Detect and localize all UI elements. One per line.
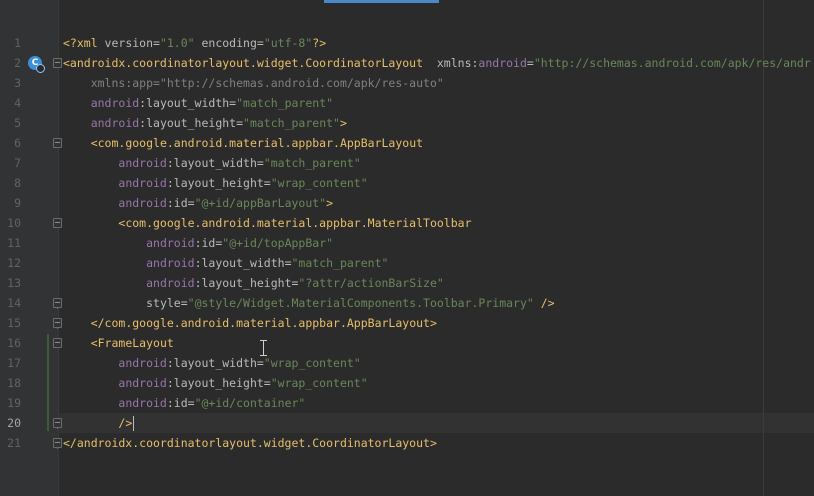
- line-number: 13: [7, 276, 21, 290]
- code-text[interactable]: <FrameLayout: [63, 333, 174, 353]
- code-text[interactable]: style="@style/Widget.MaterialComponents.…: [63, 293, 555, 313]
- code-line-18[interactable]: 18 android:layout_height="wrap_content": [0, 373, 814, 393]
- code-line-9[interactable]: 9 android:id="@+id/appBarLayout">: [0, 193, 814, 213]
- code-line-2[interactable]: 2 C <androidx.coordinatorlayout.widget.C…: [0, 53, 814, 73]
- line-number: 8: [14, 176, 21, 190]
- code-text[interactable]: <?xml version="1.0" encoding="utf-8"?>: [63, 33, 326, 53]
- code-line-11[interactable]: 11 android:id="@+id/topAppBar": [0, 233, 814, 253]
- line-number: 18: [7, 376, 21, 390]
- text-cursor-icon: [260, 340, 267, 356]
- code-text[interactable]: </com.google.android.material.appbar.App…: [63, 313, 437, 333]
- code-line-15[interactable]: 15 </com.google.android.material.appbar.…: [0, 313, 814, 333]
- code-line-3[interactable]: 3 xmlns:app="http://schemas.android.com/…: [0, 73, 814, 93]
- code-line-20[interactable]: 20 />: [0, 413, 814, 433]
- code-line-4[interactable]: 4 android:layout_width="match_parent": [0, 93, 814, 113]
- line-number: 4: [14, 96, 21, 110]
- fold-collapse-icon[interactable]: [53, 218, 62, 228]
- code-line-10[interactable]: 10 <com.google.android.material.appbar.M…: [0, 213, 814, 233]
- line-number: 6: [14, 136, 21, 150]
- text-caret: [133, 416, 134, 431]
- fold-end-icon[interactable]: [53, 418, 62, 429]
- line-number: 15: [7, 316, 21, 330]
- code-text[interactable]: <androidx.coordinatorlayout.widget.Coord…: [63, 53, 811, 73]
- code-text[interactable]: android:layout_height="wrap_content": [63, 173, 367, 193]
- line-number: 9: [14, 196, 21, 210]
- code-line-7[interactable]: 7 android:layout_width="match_parent": [0, 153, 814, 173]
- code-text[interactable]: android:layout_width="match_parent": [63, 93, 333, 113]
- code-line-14[interactable]: 14 style="@style/Widget.MaterialComponen…: [0, 293, 814, 313]
- line-number: 19: [7, 396, 21, 410]
- code-text[interactable]: android:layout_width="match_parent": [63, 253, 388, 273]
- code-text[interactable]: <com.google.android.material.appbar.AppB…: [63, 133, 423, 153]
- code-line-17[interactable]: 17 android:layout_width="wrap_content": [0, 353, 814, 373]
- line-number: 21: [7, 436, 21, 450]
- code-text[interactable]: android:layout_height="wrap_content": [63, 373, 367, 393]
- code-line-16[interactable]: 16 <FrameLayout: [0, 333, 814, 353]
- code-text[interactable]: <com.google.android.material.appbar.Mate…: [63, 213, 471, 233]
- fold-end-icon[interactable]: [53, 298, 62, 309]
- line-number: 5: [14, 116, 21, 130]
- code-text[interactable]: xmlns:app="http://schemas.android.com/ap…: [63, 73, 444, 93]
- line-number: 10: [7, 216, 21, 230]
- line-number: 3: [14, 76, 21, 90]
- code-line-6[interactable]: 6 <com.google.android.material.appbar.Ap…: [0, 133, 814, 153]
- code-text[interactable]: </androidx.coordinatorlayout.widget.Coor…: [63, 433, 437, 453]
- code-text[interactable]: android:id="@+id/appBarLayout">: [63, 193, 333, 213]
- code-text[interactable]: android:layout_width="wrap_content": [63, 353, 360, 373]
- line-number: 17: [7, 356, 21, 370]
- code-line-12[interactable]: 12 android:layout_width="match_parent": [0, 253, 814, 273]
- code-line-21[interactable]: 21 </androidx.coordinatorlayout.widget.C…: [0, 433, 814, 453]
- code-text[interactable]: android:layout_height="match_parent">: [63, 113, 347, 133]
- code-text[interactable]: android:layout_height="?attr/actionBarSi…: [63, 273, 444, 293]
- line-number: 14: [7, 296, 21, 310]
- code-line-5[interactable]: 5 android:layout_height="match_parent">: [0, 113, 814, 133]
- line-number: 11: [7, 236, 21, 250]
- fold-end-icon[interactable]: [53, 318, 62, 329]
- code-text[interactable]: />: [63, 413, 132, 433]
- editor-top-strip: [0, 3, 814, 33]
- line-number: 1: [14, 36, 21, 50]
- fold-end-icon[interactable]: [53, 438, 62, 449]
- line-number: 16: [7, 336, 21, 350]
- code-line-8[interactable]: 8 android:layout_height="wrap_content": [0, 173, 814, 193]
- fold-collapse-icon[interactable]: [53, 338, 62, 348]
- line-number: 7: [14, 156, 21, 170]
- code-text[interactable]: android:layout_width="match_parent": [63, 153, 360, 173]
- code-text[interactable]: android:id="@+id/topAppBar": [63, 233, 333, 253]
- line-number: 20: [7, 416, 21, 430]
- code-editor[interactable]: 1 <?xml version="1.0" encoding="utf-8"?>…: [0, 0, 814, 496]
- line-number: 2: [14, 56, 21, 70]
- code-line-1[interactable]: 1 <?xml version="1.0" encoding="utf-8"?>: [0, 33, 814, 53]
- code-line-19[interactable]: 19 android:id="@+id/container": [0, 393, 814, 413]
- code-text[interactable]: android:id="@+id/container": [63, 393, 305, 413]
- fold-collapse-icon[interactable]: [53, 58, 62, 68]
- line-number: 12: [7, 256, 21, 270]
- fold-collapse-icon[interactable]: [53, 138, 62, 148]
- android-layout-preview-icon[interactable]: C: [28, 56, 45, 73]
- code-line-13[interactable]: 13 android:layout_height="?attr/actionBa…: [0, 273, 814, 293]
